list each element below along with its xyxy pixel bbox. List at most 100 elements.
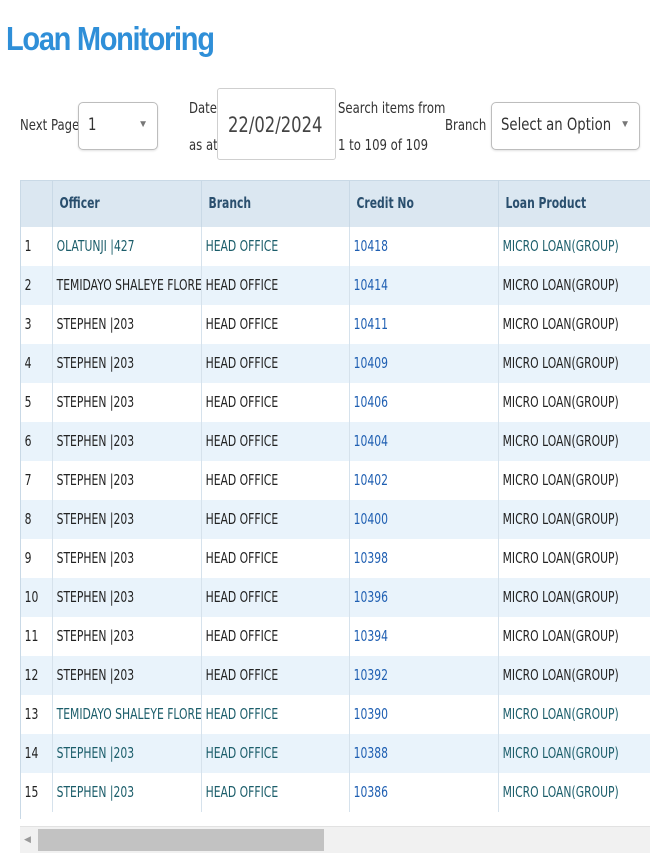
table-row[interactable]: 15 STEPHEN |203 HEAD OFFICE 10386 MICRO LOAN… [21, 773, 650, 812]
table-row[interactable]: 14 STEPHEN |203 HEAD OFFICE 10388 MICRO LOAN… [21, 734, 650, 773]
credit-no-cell[interactable]: 10396 [349, 578, 499, 617]
row-index: 10 [21, 578, 53, 617]
officer-cell: TEMIDAYO SHALEYE FLORENCE [52, 266, 202, 305]
credit-no-cell[interactable]: 10400 [349, 500, 499, 539]
credit-no-link[interactable]: 10402 [350, 472, 387, 488]
credit-no-link[interactable]: 10396 [350, 589, 387, 605]
scrollbar-thumb[interactable] [38, 829, 324, 851]
table-row[interactable]: 12 STEPHEN |203 HEAD OFFICE 10392 MICRO LOAN… [21, 656, 650, 695]
table-row[interactable]: 8 STEPHEN |203 HEAD OFFICE 10400 MICRO LOAN(… [21, 500, 650, 539]
table-row[interactable]: 6 STEPHEN |203 HEAD OFFICE 10404 MICRO LOAN(… [21, 422, 650, 461]
officer-cell: STEPHEN |203 [52, 422, 202, 461]
branch-cell: HEAD OFFICE [201, 422, 350, 461]
table-header-row: Officer Branch Credit No Loan Product [21, 181, 650, 227]
table-row[interactable]: 7 STEPHEN |203 HEAD OFFICE 10402 MICRO LOAN(… [21, 461, 650, 500]
branch-cell: HEAD OFFICE [201, 578, 350, 617]
header-credit-no-label: Credit No [355, 194, 414, 212]
table-row[interactable]: 1 OLATUNJI |427 HEAD OFFICE 10418 MICRO LOAN… [21, 227, 650, 266]
branch-label: Branch [445, 116, 487, 134]
credit-no-link[interactable]: 10386 [350, 784, 387, 800]
credit-no-link[interactable]: 10398 [350, 550, 387, 566]
branch-value: Select an Option [501, 115, 612, 135]
credit-no-link[interactable]: 10418 [350, 238, 387, 254]
credit-no-link[interactable]: 10414 [350, 277, 387, 293]
next-page-value: 1 [88, 115, 97, 135]
arrow-left-icon[interactable]: ◀ [24, 835, 31, 844]
officer-cell: STEPHEN |203 [52, 539, 202, 578]
table-row[interactable]: 5 STEPHEN |203 HEAD OFFICE 10406 MICRO LOAN(… [21, 383, 650, 422]
branch-cell: HEAD OFFICE [201, 461, 350, 500]
credit-no-cell[interactable]: 10404 [349, 422, 499, 461]
table-row[interactable]: 11 STEPHEN |203 HEAD OFFICE 10394 MICRO LOAN… [21, 617, 650, 656]
credit-no-link[interactable]: 10390 [350, 706, 387, 722]
loan-product-cell: MICRO LOAN(GROUP) [498, 617, 650, 656]
row-index: 4 [21, 344, 53, 383]
credit-no-cell[interactable]: 10394 [349, 617, 499, 656]
chevron-down-icon: ▼ [138, 119, 148, 130]
row-index: 11 [21, 617, 53, 656]
branch-cell: HEAD OFFICE [201, 344, 350, 383]
credit-no-link[interactable]: 10400 [350, 511, 387, 527]
table-row[interactable]: 3 STEPHEN |203 HEAD OFFICE 10411 MICRO LOAN(… [21, 305, 650, 344]
chevron-down-icon: ▼ [620, 119, 630, 130]
loan-product-cell: MICRO LOAN(GROUP) [498, 773, 650, 812]
header-officer[interactable]: Officer [52, 181, 202, 227]
row-index: 2 [21, 266, 53, 305]
credit-no-link[interactable]: 10392 [350, 667, 387, 683]
credit-no-link[interactable]: 10409 [350, 355, 387, 371]
loan-product-cell: MICRO LOAN(GROUP) [498, 734, 650, 773]
branch-cell: HEAD OFFICE [201, 227, 350, 266]
credit-no-link[interactable]: 10411 [350, 316, 387, 332]
header-credit-no[interactable]: Credit No [349, 181, 499, 227]
credit-no-cell[interactable]: 10406 [349, 383, 499, 422]
header-branch[interactable]: Branch [201, 181, 350, 227]
loan-product-cell: MICRO LOAN(GROUP) [498, 344, 650, 383]
officer-cell: STEPHEN |203 [52, 578, 202, 617]
loan-table: Officer Branch Credit No Loan Product 1O… [21, 181, 650, 812]
officer-cell: STEPHEN |203 [52, 734, 202, 773]
credit-no-link[interactable]: 10406 [350, 394, 387, 410]
loan-product-cell: MICRO LOAN(GROUP) [498, 422, 650, 461]
branch-select[interactable]: Select an Option ▼ [491, 102, 640, 150]
next-page-select[interactable]: 1 ▼ [78, 102, 158, 150]
officer-cell: STEPHEN |203 [52, 383, 202, 422]
horizontal-scrollbar[interactable]: ◀ [20, 826, 650, 853]
credit-no-cell[interactable]: 10392 [349, 656, 499, 695]
credit-no-cell[interactable]: 10386 [349, 773, 499, 812]
branch-cell: HEAD OFFICE [201, 539, 350, 578]
credit-no-cell[interactable]: 10411 [349, 305, 499, 344]
branch-cell: HEAD OFFICE [201, 695, 350, 734]
table-row[interactable]: 10 STEPHEN |203 HEAD OFFICE 10396 MICRO LOAN… [21, 578, 650, 617]
loan-product-cell: MICRO LOAN(GROUP) [498, 461, 650, 500]
date-input[interactable] [217, 88, 336, 160]
row-index: 7 [21, 461, 53, 500]
credit-no-cell[interactable]: 10402 [349, 461, 499, 500]
credit-no-cell[interactable]: 10398 [349, 539, 499, 578]
branch-cell: HEAD OFFICE [201, 305, 350, 344]
credit-no-link[interactable]: 10404 [350, 433, 387, 449]
credit-no-cell[interactable]: 10390 [349, 695, 499, 734]
date-label-line1: Date [189, 99, 217, 117]
officer-cell: STEPHEN |203 [52, 617, 202, 656]
row-index: 12 [21, 656, 53, 695]
table-row[interactable]: 4 STEPHEN |203 HEAD OFFICE 10409 MICRO LOAN(… [21, 344, 650, 383]
loan-product-cell: MICRO LOAN(GROUP) [498, 305, 650, 344]
credit-no-cell[interactable]: 10409 [349, 344, 499, 383]
row-index: 5 [21, 383, 53, 422]
officer-cell: STEPHEN |203 [52, 461, 202, 500]
table-row[interactable]: 13TEMIDAYO SHALEYE FLORENCEHEAD OFFICE10… [21, 695, 650, 734]
credit-no-cell[interactable]: 10388 [349, 734, 499, 773]
table-row[interactable]: 2TEMIDAYO SHALEYE FLORENCEHEAD OFFICE104… [21, 266, 650, 305]
credit-no-cell[interactable]: 10414 [349, 266, 499, 305]
officer-cell: TEMIDAYO SHALEYE FLORENCE [52, 695, 202, 734]
table-row[interactable]: 9 STEPHEN |203 HEAD OFFICE 10398 MICRO LOAN(… [21, 539, 650, 578]
credit-no-link[interactable]: 10394 [350, 628, 387, 644]
credit-no-cell[interactable]: 10418 [349, 227, 499, 266]
row-index: 15 [21, 773, 53, 812]
header-officer-label: Officer [58, 194, 100, 212]
branch-cell: HEAD OFFICE [201, 266, 350, 305]
header-loan-product[interactable]: Loan Product [498, 181, 650, 227]
credit-no-link[interactable]: 10388 [350, 745, 387, 761]
branch-cell: HEAD OFFICE [201, 383, 350, 422]
branch-cell: HEAD OFFICE [201, 734, 350, 773]
